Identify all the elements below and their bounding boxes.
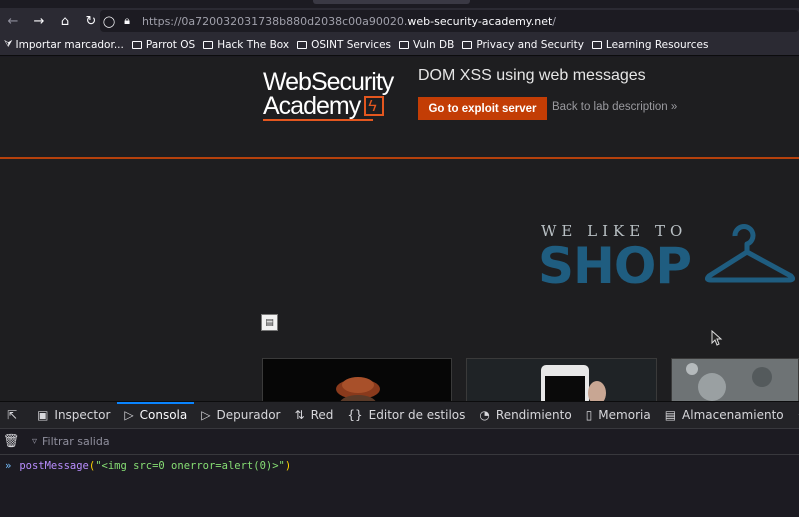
filter-placeholder: Filtrar salida — [42, 435, 110, 448]
product-image[interactable] — [466, 358, 657, 401]
folder-icon — [591, 40, 602, 49]
tab-label: Memoria — [598, 408, 651, 422]
tab-label: Rendimiento — [495, 408, 572, 422]
tab-memory[interactable]: ▯ Memoria — [579, 402, 658, 428]
back-link-label: Back to lab description — [552, 101, 668, 113]
bookmark-folder-parrot-os[interactable]: Parrot OS — [131, 38, 196, 51]
devtools-toolbar: ⇱ ▣ Inspector ▷ Consola ▷ Depurador ⇅ Re… — [0, 401, 799, 428]
folder-icon — [131, 40, 142, 49]
bookmark-folder-privacy-and-security[interactable]: Privacy and Security — [462, 39, 584, 51]
console-function: postMessage — [19, 460, 89, 472]
folder-icon — [399, 40, 410, 49]
lab-title: DOM XSS using web messages — [418, 67, 646, 84]
tab-label: Editor de estilos — [368, 408, 466, 422]
lock-icon[interactable]: 🔒︎ — [118, 14, 136, 28]
inspector-icon: ▣ — [37, 408, 49, 422]
bookmark-label: Privacy and Security — [476, 38, 584, 51]
close-paren: ) — [284, 460, 292, 472]
performance-icon: ◔ — [479, 408, 490, 422]
console-input-line[interactable]: » postMessage("<img src=0 onerror=alert(0… — [5, 460, 291, 472]
lightning-bolt-icon — [364, 95, 385, 119]
tab-strip — [0, 0, 799, 8]
url-bar[interactable]: ◯ 🔒︎ https://0a720032031738b880d2038c00a… — [100, 10, 799, 32]
url-suffix: / — [552, 14, 557, 28]
bookmark-label: OSINT Services — [311, 38, 392, 51]
memory-icon: ▯ — [585, 408, 593, 422]
product-image-splash — [672, 359, 798, 401]
web-page: WebSecurity Academy DOM XSS using web me… — [0, 57, 799, 401]
folder-icon — [462, 40, 473, 49]
product-image[interactable] — [671, 358, 799, 401]
back-arrow-icon[interactable]: ← — [0, 9, 26, 33]
tab-label: Almacenamiento — [682, 408, 784, 422]
bookmarks-toolbar: ⮛ Importar marcador... Parrot OS Hack Th… — [0, 34, 799, 56]
logo-line-1: WebSecurity — [263, 68, 394, 96]
bookmark-label: Learning Resources — [605, 38, 709, 51]
filter-output-input[interactable]: ▿ Filtrar salida — [32, 435, 110, 448]
tab-label: Inspector — [54, 408, 111, 422]
console-panel[interactable]: » postMessage("<img src=0 onerror=alert(0… — [0, 455, 799, 517]
pick-element-icon: ⇱ — [7, 408, 18, 422]
bookmark-import[interactable]: ⮛ Importar marcador... — [4, 39, 124, 51]
tab-debugger[interactable]: ▷ Depurador — [194, 402, 287, 428]
go-to-exploit-server-button[interactable]: Go to exploit server — [418, 97, 547, 120]
tab-accessibility[interactable]: ✦ — [791, 402, 799, 428]
mouse-cursor-icon — [711, 330, 723, 346]
funnel-icon: ▿ — [32, 436, 38, 447]
url-prefix: https://0a720032031738b880d2038c00a90020… — [142, 14, 408, 28]
style-editor-icon: {} — [347, 408, 363, 422]
trash-icon[interactable]: 🗑︎ — [2, 434, 20, 449]
forward-arrow-icon[interactable]: → — [26, 9, 52, 33]
folder-icon — [203, 40, 214, 49]
folder-icon — [297, 40, 308, 49]
console-filter-bar: 🗑︎ ▿ Filtrar salida — [0, 428, 799, 455]
logo-line-2-text: Academy — [263, 92, 361, 120]
tab-label: Depurador — [216, 408, 281, 422]
bookmark-folder-learning-resources[interactable]: Learning Resources — [591, 38, 709, 51]
url-domain: web-security-academy.net — [407, 14, 553, 28]
product-image-phone — [541, 365, 606, 401]
bookmark-folder-hack-the-box[interactable]: Hack The Box — [203, 39, 289, 51]
storage-icon: ▤ — [664, 408, 677, 422]
bookmark-label: Vuln DB — [413, 38, 455, 51]
tab-performance[interactable]: ◔ Rendimiento — [472, 402, 578, 428]
web-security-academy-logo[interactable]: WebSecurity Academy — [263, 70, 405, 122]
bookmark-folder-osint-services[interactable]: OSINT Services — [297, 39, 391, 51]
double-chevron-icon: » — [670, 101, 678, 113]
url-text[interactable]: https://0a720032031738b880d2038c00a90020… — [142, 15, 556, 28]
product-image-hat — [336, 377, 380, 401]
bookmark-label: Importar marcador... — [15, 38, 124, 51]
navigation-toolbar: ← → ⌂ ↻ ◯ 🔒︎ https://0a720032031738b880d… — [0, 8, 799, 34]
console-icon: ▷ — [124, 408, 134, 422]
product-image[interactable] — [262, 358, 452, 401]
bookmark-label: Hack The Box — [217, 38, 290, 51]
tab-label: Red — [310, 408, 334, 422]
debugger-icon: ▷ — [201, 408, 211, 422]
network-icon: ⇅ — [294, 408, 305, 422]
console-string-argument: "<img src=0 onerror=alert(0)>" — [95, 460, 285, 472]
bookmark-label: Parrot OS — [145, 38, 196, 51]
logo-line-2: Academy — [263, 92, 405, 120]
header-divider — [0, 157, 799, 159]
clothes-hanger-icon — [705, 224, 795, 283]
tab-style-editor[interactable]: {} Editor de estilos — [340, 402, 472, 428]
import-icon: ⮛ — [4, 39, 13, 50]
active-tab-edge[interactable] — [313, 0, 470, 4]
back-to-lab-description-link[interactable]: Back to lab description » — [552, 101, 677, 113]
broken-image-icon: ▤ — [261, 314, 278, 331]
bookmark-folder-vuln-db[interactable]: Vuln DB — [399, 39, 454, 51]
tab-network[interactable]: ⇅ Red — [288, 402, 341, 428]
shop-word: SHOP — [538, 237, 692, 295]
shield-icon[interactable]: ◯ — [100, 15, 118, 28]
home-icon[interactable]: ⌂ — [52, 9, 78, 33]
tab-label: Consola — [139, 408, 188, 422]
tab-pick-element[interactable]: ⇱ — [0, 402, 30, 428]
prompt-chevron-icon: » — [5, 460, 12, 472]
tab-inspector[interactable]: ▣ Inspector — [30, 402, 117, 428]
tab-console[interactable]: ▷ Consola — [117, 402, 195, 428]
tab-storage[interactable]: ▤ Almacenamiento — [658, 402, 791, 428]
